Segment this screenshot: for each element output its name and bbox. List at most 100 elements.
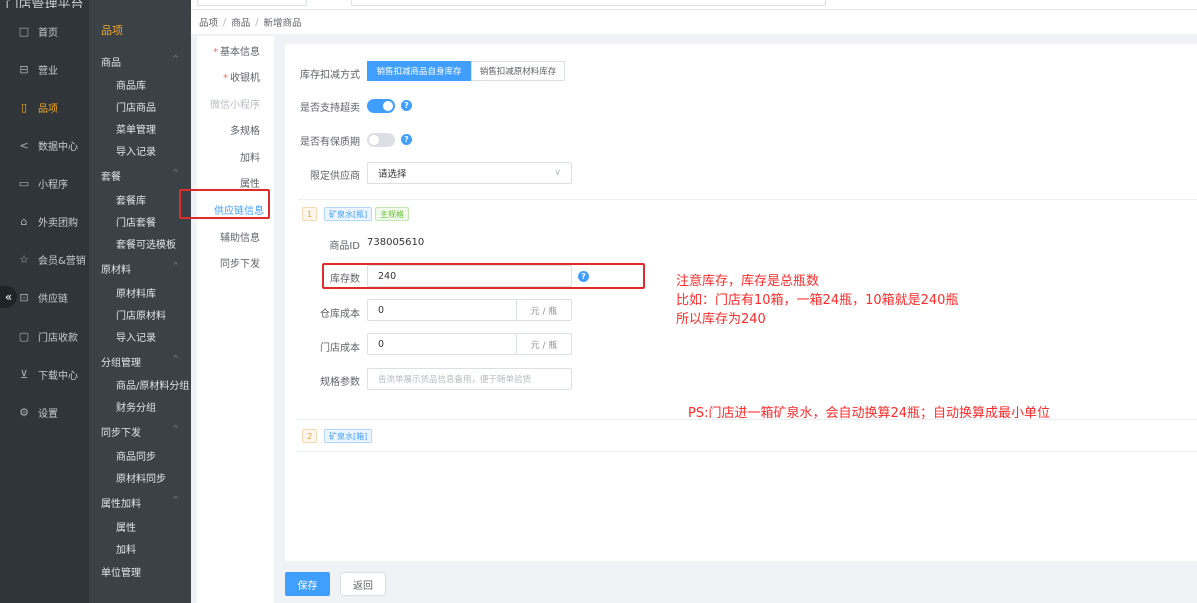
spec-params-label: 规格参数 [320,377,360,388]
submenu-group-material[interactable]: 原材料 ^ [101,261,185,276]
help-icon[interactable]: ? [401,134,412,145]
chevron-up-icon: ^ [172,168,179,177]
submenu-group-goods[interactable]: 商品 ^ [101,54,185,69]
divider [298,451,1197,452]
submenu-item-topping[interactable]: 加料 [116,541,136,556]
submenu-group-combo[interactable]: 套餐 ^ [101,168,185,183]
store-cost-input[interactable]: 0 元 / 瓶 [367,333,572,355]
submenu-item-goods-group[interactable]: 商品/原材料分组 [116,377,189,392]
chevron-up-icon: ^ [172,54,179,63]
breadcrumb-item[interactable]: 商品 [231,15,250,29]
submenu-item-store-goods[interactable]: 门店商品 [116,99,156,114]
step-attributes[interactable]: 属性 [240,175,260,190]
deduct-self-stock-option[interactable]: 销售扣减商品自身库存 [367,61,471,81]
spec-params-placeholder: 告流单展示货品信息备用，便于随单验货 [378,375,532,385]
nav-label: 设置 [38,408,58,420]
gear-icon: ⚙ [19,405,29,419]
bag-icon: ⌂ [20,214,28,228]
unit-suffix: 元 / 瓶 [516,334,571,354]
save-button[interactable]: 保存 [285,572,330,596]
chevron-down-icon: ∨ [554,168,561,178]
product-id-value: 738005610 [367,237,425,248]
submenu-group-attributes[interactable]: 属性加料 ^ [101,495,185,510]
chevron-up-icon: ^ [172,424,179,433]
oversell-toggle[interactable] [367,99,395,113]
step-cashier[interactable]: * 收银机 [223,69,260,84]
submenu-item-finance-group[interactable]: 财务分组 [116,399,156,414]
nav-download[interactable]: ⊻ 下载中心 [0,360,89,388]
submenu-item-material-sync[interactable]: 原材料同步 [116,470,166,485]
submenu-item-combo-library[interactable]: 套餐库 [116,192,146,207]
truck-icon: ⊡ [19,290,29,304]
supplier-label: 限定供应商 [310,171,360,182]
step-auxiliary[interactable]: 辅助信息 [220,229,260,244]
nav-label: 会员&营销 [38,255,86,267]
highlight-box-step [179,189,270,219]
nav-member[interactable]: ☆ 会员&营销 [0,245,89,273]
store-selector[interactable] [197,0,307,6]
annotation-ps: PS:门店进一箱矿泉水，会自动换算24瓶；自动换算成最小单位 [688,406,1051,421]
annotation-line3: 所以库存为240 [676,312,766,327]
submenu-item-store-material[interactable]: 门店原材料 [116,307,166,322]
nav-mini-program[interactable]: ▭ 小程序 [0,169,89,197]
submenu-item-goods-sync[interactable]: 商品同步 [116,448,156,463]
spec-index-badge: 2 [302,429,318,443]
shelf-life-toggle[interactable] [367,133,395,147]
spec-name-tag: 矿泉水[瓶] [324,207,373,221]
nav-data-center[interactable]: < 数据中心 [0,131,89,159]
submenu-item-store-combo[interactable]: 门店套餐 [116,214,156,229]
submenu-item-combo-template[interactable]: 套餐可选模板 [116,236,176,251]
chevron-up-icon: ^ [172,354,179,363]
back-button[interactable]: 返回 [340,572,386,596]
spec-index-badge: 1 [302,207,318,221]
step-wechat-mini[interactable]: 微信小程序 [210,96,260,111]
nav-label: 小程序 [38,179,68,191]
nav-settings[interactable]: ⚙ 设置 [0,398,89,426]
product-submenu: 品项 商品 ^ 商品库 门店商品 菜单管理 导入记录 套餐 ^ 套餐库 门店套餐 套… [89,0,191,603]
spec-name-tag[interactable]: 矿泉水[箱] [324,429,373,443]
phone-icon: ▭ [18,176,30,190]
nav-products[interactable]: ▯ 品项 [0,93,89,121]
submenu-item-material-import[interactable]: 导入记录 [116,329,156,344]
spec-params-input[interactable]: 告流单展示货品信息备用，便于随单验货 [367,368,572,390]
step-multi-spec[interactable]: 多规格 [230,122,260,137]
warehouse-cost-input[interactable]: 0 元 / 瓶 [367,299,572,321]
help-icon[interactable]: ? [401,100,412,111]
step-basic-info[interactable]: * 基本信息 [213,43,260,58]
group-label: 单位管理 [101,568,141,579]
submenu-item-goods-library[interactable]: 商品库 [116,77,146,92]
deduct-material-stock-option[interactable]: 销售扣减原材料库存 [471,61,565,81]
store-cost-value: 0 [378,338,385,350]
product-icon: ▯ [20,100,28,114]
submenu-item-menu-manage[interactable]: 菜单管理 [116,121,156,136]
supplier-select-value: 请选择 [378,169,407,180]
supplier-select[interactable]: 请选择 ∨ [367,162,572,184]
submenu-group-units[interactable]: 单位管理 [101,564,185,579]
nav-store-payment[interactable]: ▢ 门店收款 [0,322,89,350]
shelf-life-label: 是否有保质期 [300,137,360,148]
share-icon: < [19,138,29,152]
chevron-up-icon: ^ [172,495,179,504]
nav-business[interactable]: ⊟ 营业 [0,55,89,83]
step-sync[interactable]: 同步下发 [220,255,260,270]
top-toolbar [191,0,1197,10]
submenu-item-import-log[interactable]: 导入记录 [116,143,156,158]
nav-home[interactable]: □ 首页 [0,17,89,45]
book-icon: ▢ [18,329,30,343]
submenu-title: 品项 [101,24,123,37]
breadcrumb-item[interactable]: 品项 [199,15,218,29]
unit-suffix: 元 / 瓶 [516,300,571,320]
nav-delivery[interactable]: ⌂ 外卖团购 [0,207,89,235]
submenu-group-sync[interactable]: 同步下发 ^ [101,424,185,439]
product-id-label: 商品ID [329,241,360,252]
submenu-item-attribute[interactable]: 属性 [116,519,136,534]
double-chevron-left-icon: « [4,290,13,304]
warehouse-cost-label: 仓库成本 [320,309,360,320]
home-icon: □ [18,24,30,38]
submenu-item-material-library[interactable]: 原材料库 [116,285,156,300]
group-label: 分组管理 [101,358,141,369]
global-search-input[interactable] [351,0,826,6]
step-toppings[interactable]: 加料 [240,149,260,164]
submenu-group-groups[interactable]: 分组管理 ^ [101,354,185,369]
breadcrumb: 品项 / 商品 / 新增商品 [191,10,1197,34]
